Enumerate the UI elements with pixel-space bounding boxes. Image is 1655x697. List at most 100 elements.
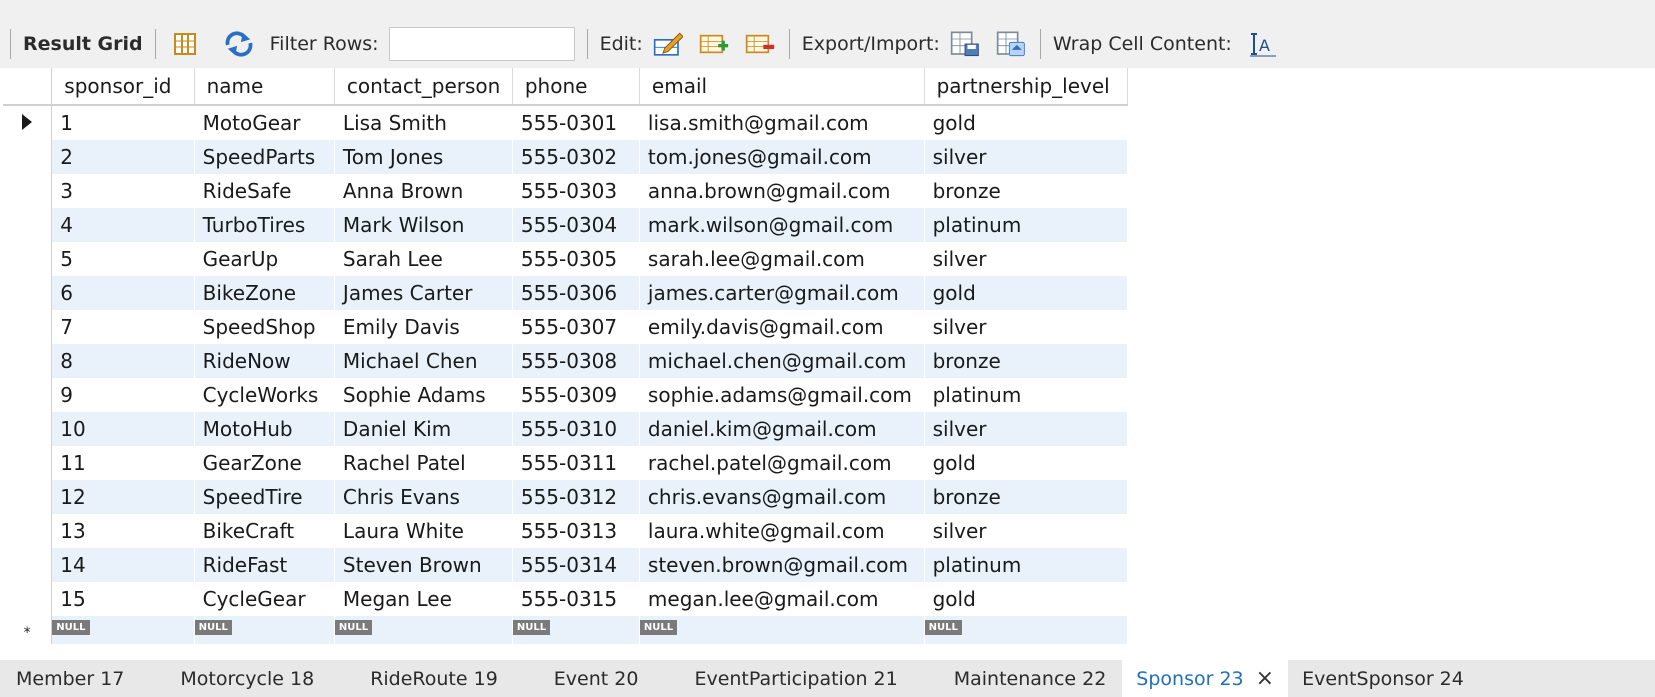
row-selector[interactable] bbox=[3, 548, 53, 582]
table-cell[interactable]: 555-0305 bbox=[512, 242, 640, 276]
table-cell[interactable]: mark.wilson@gmail.com bbox=[639, 208, 925, 242]
new-row-cell[interactable]: NULL bbox=[194, 616, 335, 644]
column-header-contact-person[interactable]: contact_person bbox=[334, 68, 513, 106]
table-cell[interactable]: 5 bbox=[51, 242, 195, 276]
table-cell[interactable]: Chris Evans bbox=[334, 480, 513, 514]
table-row[interactable]: 15 CycleGear Megan Lee 555-0315 megan.lee@gm… bbox=[3, 582, 1129, 616]
table-cell[interactable]: 555-0304 bbox=[512, 208, 640, 242]
wrap-cell-content-icon[interactable]: A bbox=[1248, 29, 1278, 59]
table-cell[interactable]: TurboTires bbox=[194, 208, 335, 242]
table-cell[interactable]: 2 bbox=[51, 140, 195, 174]
table-cell[interactable]: GearZone bbox=[194, 446, 335, 480]
table-cell[interactable]: chris.evans@gmail.com bbox=[639, 480, 925, 514]
new-row-cell[interactable]: NULL bbox=[512, 616, 640, 644]
column-header-partnership-level[interactable]: partnership_level bbox=[924, 68, 1129, 106]
table-cell[interactable]: platinum bbox=[924, 548, 1129, 582]
table-cell[interactable]: 4 bbox=[51, 208, 195, 242]
row-selector[interactable] bbox=[3, 276, 53, 310]
filter-rows-input[interactable] bbox=[388, 27, 575, 61]
table-cell[interactable]: silver bbox=[924, 310, 1129, 344]
result-tab[interactable]: Event 20 bbox=[514, 660, 655, 697]
table-cell[interactable]: gold bbox=[924, 105, 1129, 140]
row-selector[interactable] bbox=[3, 208, 53, 242]
table-cell[interactable]: 555-0312 bbox=[512, 480, 640, 514]
table-cell[interactable]: 555-0311 bbox=[512, 446, 640, 480]
table-cell[interactable]: RideFast bbox=[194, 548, 335, 582]
table-row[interactable]: 8 RideNow Michael Chen 555-0308 michael.chen… bbox=[3, 344, 1129, 378]
row-selector[interactable] bbox=[3, 582, 53, 616]
row-selector[interactable] bbox=[3, 242, 53, 276]
table-cell[interactable]: platinum bbox=[924, 378, 1129, 412]
new-row-cell[interactable]: NULL bbox=[639, 616, 925, 644]
table-cell[interactable]: james.carter@gmail.com bbox=[639, 276, 925, 310]
row-selector[interactable] bbox=[3, 480, 53, 514]
table-row[interactable]: 2 SpeedParts Tom Jones 555-0302 tom.jones@gm… bbox=[3, 140, 1129, 174]
row-selector[interactable] bbox=[3, 310, 53, 344]
table-cell[interactable]: Sarah Lee bbox=[334, 242, 513, 276]
table-cell[interactable]: daniel.kim@gmail.com bbox=[639, 412, 925, 446]
table-cell[interactable]: CycleGear bbox=[194, 582, 335, 616]
table-cell[interactable]: 555-0306 bbox=[512, 276, 640, 310]
new-row-cell[interactable]: NULL bbox=[924, 616, 1129, 644]
table-cell[interactable]: 10 bbox=[51, 412, 195, 446]
table-cell[interactable]: Anna Brown bbox=[334, 174, 513, 208]
table-cell[interactable]: James Carter bbox=[334, 276, 513, 310]
table-row[interactable]: 10 MotoHub Daniel Kim 555-0310 daniel.kim@gm… bbox=[3, 412, 1129, 446]
table-row[interactable]: 6 BikeZone James Carter 555-0306 james.carte… bbox=[3, 276, 1129, 310]
table-cell[interactable]: Michael Chen bbox=[334, 344, 513, 378]
table-cell[interactable]: steven.brown@gmail.com bbox=[639, 548, 925, 582]
import-icon[interactable] bbox=[996, 29, 1026, 59]
table-cell[interactable]: lisa.smith@gmail.com bbox=[639, 105, 925, 140]
row-selector[interactable] bbox=[3, 378, 53, 412]
table-cell[interactable]: 6 bbox=[51, 276, 195, 310]
table-cell[interactable]: bronze bbox=[924, 344, 1129, 378]
table-cell[interactable]: 555-0309 bbox=[512, 378, 640, 412]
new-row-cell[interactable]: NULL bbox=[334, 616, 513, 644]
delete-row-icon[interactable] bbox=[745, 29, 775, 59]
table-cell[interactable]: Emily Davis bbox=[334, 310, 513, 344]
row-selector[interactable] bbox=[3, 105, 53, 140]
table-row[interactable]: 14 RideFast Steven Brown 555-0314 steven.bro… bbox=[3, 548, 1129, 582]
table-cell[interactable]: BikeZone bbox=[194, 276, 335, 310]
table-cell[interactable]: 8 bbox=[51, 344, 195, 378]
table-cell[interactable]: 555-0301 bbox=[512, 105, 640, 140]
table-cell[interactable]: 13 bbox=[51, 514, 195, 548]
table-cell[interactable]: sarah.lee@gmail.com bbox=[639, 242, 925, 276]
table-cell[interactable]: Steven Brown bbox=[334, 548, 513, 582]
table-cell[interactable]: 555-0302 bbox=[512, 140, 640, 174]
form-editor-icon[interactable] bbox=[170, 29, 200, 59]
table-cell[interactable]: rachel.patel@gmail.com bbox=[639, 446, 925, 480]
result-tab[interactable]: EventParticipation 21 bbox=[654, 660, 913, 697]
table-cell[interactable]: BikeCraft bbox=[194, 514, 335, 548]
new-row-cell[interactable]: NULL bbox=[51, 616, 195, 644]
table-cell[interactable]: silver bbox=[924, 412, 1129, 446]
table-cell[interactable]: silver bbox=[924, 140, 1129, 174]
column-header-email[interactable]: email bbox=[639, 68, 925, 106]
table-cell[interactable]: 555-0315 bbox=[512, 582, 640, 616]
table-row[interactable]: 3 RideSafe Anna Brown 555-0303 anna.brown@gm… bbox=[3, 174, 1129, 208]
table-cell[interactable]: gold bbox=[924, 582, 1129, 616]
row-selector[interactable] bbox=[3, 446, 53, 480]
table-cell[interactable]: Rachel Patel bbox=[334, 446, 513, 480]
table-cell[interactable]: MotoGear bbox=[194, 105, 335, 140]
table-cell[interactable]: tom.jones@gmail.com bbox=[639, 140, 925, 174]
table-cell[interactable]: 555-0310 bbox=[512, 412, 640, 446]
table-cell[interactable]: Daniel Kim bbox=[334, 412, 513, 446]
result-tab[interactable]: Member 17 bbox=[0, 660, 140, 697]
table-cell[interactable]: 14 bbox=[51, 548, 195, 582]
table-row[interactable]: 5 GearUp Sarah Lee 555-0305 sarah.lee@gmail.… bbox=[3, 242, 1129, 276]
table-cell[interactable]: 555-0314 bbox=[512, 548, 640, 582]
close-icon[interactable]: × bbox=[1256, 666, 1274, 691]
table-cell[interactable]: 555-0308 bbox=[512, 344, 640, 378]
table-cell[interactable]: Sophie Adams bbox=[334, 378, 513, 412]
result-tab[interactable]: Sponsor 23 × bbox=[1122, 660, 1289, 697]
table-row[interactable]: 9 CycleWorks Sophie Adams 555-0309 sophie.ad… bbox=[3, 378, 1129, 412]
new-row[interactable]: * NULL NULL NULL NULL NULL NULL bbox=[3, 616, 1129, 644]
table-cell[interactable]: SpeedParts bbox=[194, 140, 335, 174]
result-tab[interactable]: RideRoute 19 bbox=[330, 660, 514, 697]
table-row[interactable]: 7 SpeedShop Emily Davis 555-0307 emily.davis… bbox=[3, 310, 1129, 344]
table-row[interactable]: 11 GearZone Rachel Patel 555-0311 rachel.pat… bbox=[3, 446, 1129, 480]
table-cell[interactable]: gold bbox=[924, 446, 1129, 480]
table-cell[interactable]: Tom Jones bbox=[334, 140, 513, 174]
table-cell[interactable]: silver bbox=[924, 242, 1129, 276]
